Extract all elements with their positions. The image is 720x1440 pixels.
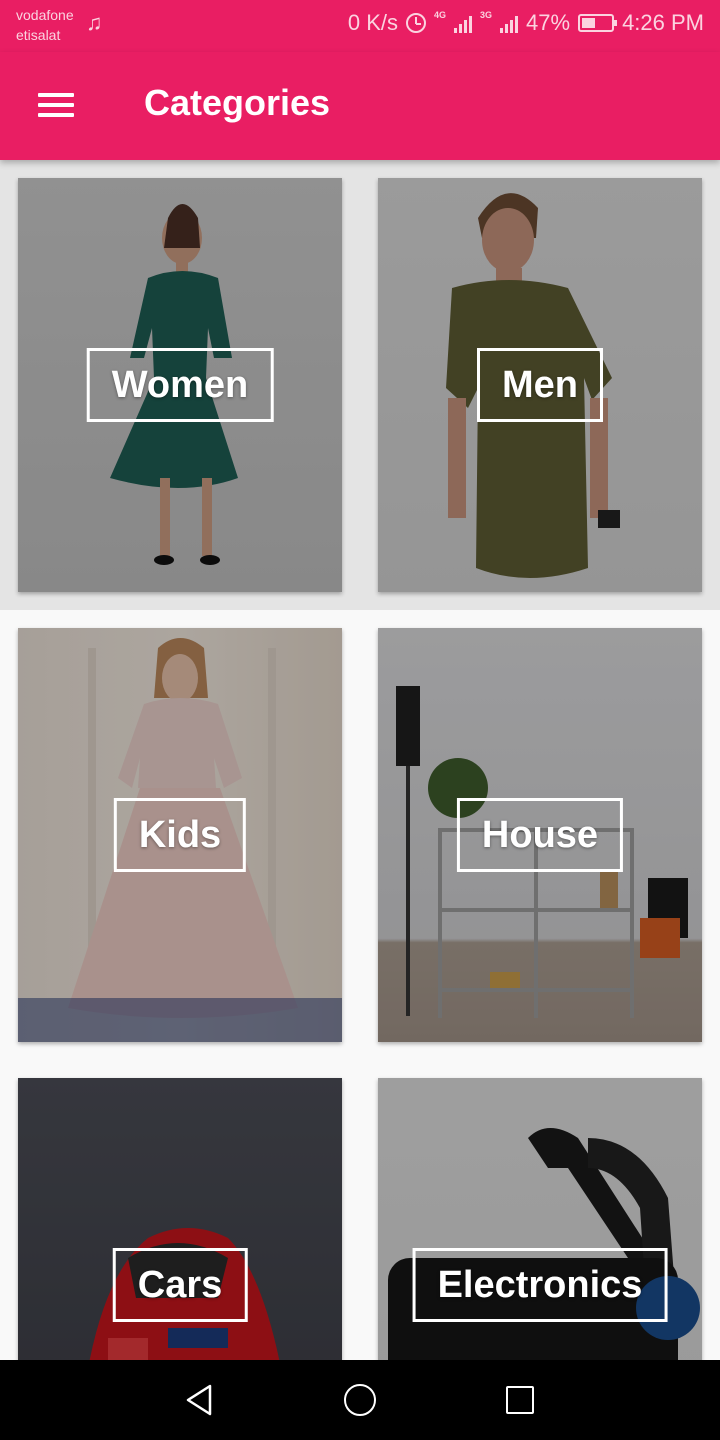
music-note-icon: ♫ [86, 10, 103, 35]
carrier-name-1: vodafone [16, 7, 74, 23]
category-label: Kids [113, 798, 247, 872]
home-circle-icon[interactable] [340, 1380, 380, 1420]
carrier-info: vodafone etisalat [16, 5, 74, 45]
alarm-clock-icon [405, 13, 426, 33]
category-card-women[interactable]: Women [18, 178, 342, 592]
category-label: Men [477, 348, 603, 422]
status-icons: 0 K/s 4G 3G 47% 4:26 PM [348, 10, 704, 36]
net-speed: 0 K/s [347, 10, 398, 35]
battery-level-fill [582, 18, 596, 28]
category-card-men[interactable]: Men [378, 178, 702, 592]
recents-square-icon[interactable] [500, 1380, 540, 1420]
carrier-name-2: etisalat [16, 27, 61, 43]
signal-strength-icon [454, 13, 472, 33]
network-type-1: 4G [433, 10, 446, 20]
category-card-kids[interactable]: Kids [18, 628, 342, 1042]
status-bar: vodafone etisalat ♫ 0 K/s 4G 3G 47% 4:26… [0, 0, 720, 52]
category-card-electronics[interactable]: Electronics [378, 1078, 702, 1360]
category-label: Cars [112, 1248, 248, 1322]
app-bar: Categories [0, 52, 720, 160]
category-label: House [456, 798, 624, 872]
category-label: Women [86, 348, 274, 422]
battery-percent: 47% [526, 10, 571, 35]
back-triangle-icon[interactable] [180, 1380, 220, 1420]
page-title: Categories [144, 82, 331, 123]
system-nav-bar [0, 1360, 720, 1440]
battery-icon [578, 14, 618, 32]
hamburger-menu-icon[interactable] [30, 85, 82, 125]
network-type-2: 3G [480, 10, 493, 20]
category-label: Electronics [412, 1248, 668, 1322]
category-card-cars[interactable]: Cars [18, 1078, 342, 1360]
category-grid: Women Men Kids House Cars Electronics [0, 160, 720, 1360]
signal-strength-icon [500, 13, 519, 33]
clock: 4:26 PM [622, 10, 704, 35]
category-card-house[interactable]: House [378, 628, 702, 1042]
